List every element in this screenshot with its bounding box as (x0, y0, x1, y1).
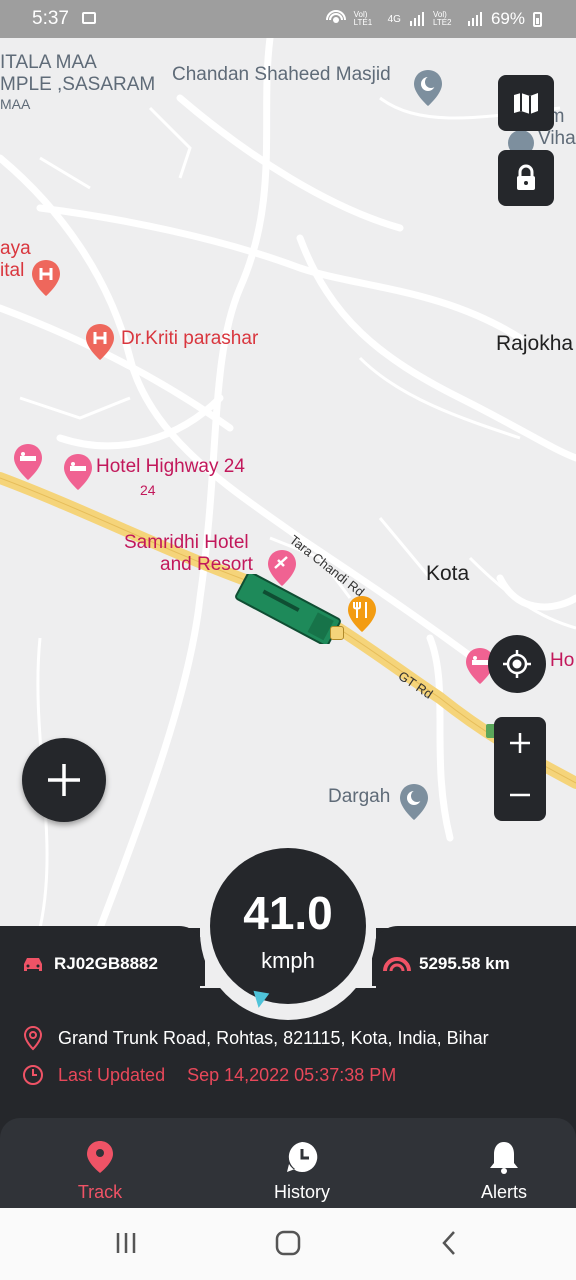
map-label-doctor: Dr.Kriti parashar (121, 328, 259, 349)
car-icon (24, 958, 42, 971)
last-updated: Last Updated Sep 14,2022 05:37:38 PM (22, 1064, 396, 1086)
hotel-pin-icon[interactable] (62, 452, 94, 492)
zoom-in-button[interactable] (494, 717, 546, 769)
restaurant-pin-icon[interactable] (346, 594, 378, 634)
map-label-line: Samridhi Hotel (124, 532, 249, 553)
minus-icon (510, 793, 530, 797)
vehicle-plate: RJ02GB8882 (22, 954, 158, 974)
mosque-pin-icon[interactable] (398, 782, 430, 822)
gallery-notification-icon (82, 12, 96, 24)
map-label-line: and Resort (160, 554, 253, 575)
signal-icon (409, 12, 424, 26)
tab-alerts-label: Alerts (480, 1182, 527, 1202)
battery-icon (533, 11, 542, 27)
map-label-line: MPLE ,SASARAM (0, 74, 156, 95)
map-label-ho: Ho (550, 650, 575, 671)
map-icon (514, 93, 538, 114)
map-label-hotel-highway-sub: 24 (140, 482, 156, 498)
signal-icon (467, 12, 482, 26)
hospital-pin-icon[interactable] (84, 322, 116, 362)
tab-history[interactable]: History (242, 1138, 362, 1203)
recent-apps-icon[interactable] (114, 1230, 138, 1256)
sim2-label: Vol) LTE2 (432, 10, 452, 27)
mosque-pin-icon[interactable] (412, 68, 444, 108)
map-label-temple: ITALA MAA MPLE ,SASARAM MAA (0, 52, 155, 112)
map-label-kota: Kota (426, 562, 470, 585)
battery-percent: 69% (490, 9, 525, 28)
plus-icon (510, 733, 530, 753)
status-right: Vol) LTE1 4G Vol) LTE2 69% (325, 9, 542, 29)
map-label-samridhi: Samridhi Hotel and Resort (124, 532, 253, 576)
speedometer: 41.0 kmph (210, 848, 366, 1004)
map-label-hospital: aya ital (0, 238, 31, 282)
sim1-label: Vol) LTE1 (353, 10, 373, 27)
lock-button[interactable] (498, 150, 554, 206)
system-nav-bar (0, 1208, 576, 1280)
map-type-button[interactable] (498, 75, 554, 131)
back-icon[interactable] (440, 1230, 458, 1256)
last-updated-label: Last Updated (58, 1064, 166, 1085)
map-label-hotel-highway: Hotel Highway 24 (96, 456, 245, 477)
location-pin-icon (87, 1141, 113, 1173)
odometer-value: 5295.58 km (419, 954, 510, 973)
bell-icon (490, 1142, 518, 1174)
location-pin-icon (23, 1025, 43, 1051)
map-label-line: aya (0, 238, 31, 259)
speedometer-icon (383, 957, 411, 972)
zoom-control (494, 717, 546, 821)
crosshair-icon (503, 650, 531, 678)
clock-icon (23, 1065, 43, 1085)
map-label-line: ital (0, 260, 25, 281)
recenter-button[interactable] (488, 635, 546, 693)
odometer: 5295.58 km (383, 954, 510, 974)
tab-history-label: History (273, 1182, 330, 1202)
plate-number: RJ02GB8882 (54, 954, 158, 973)
address-text: Grand Trunk Road, Rohtas, 821115, Kota, … (58, 1027, 489, 1048)
network-type: 4G (387, 13, 401, 25)
home-icon[interactable] (275, 1230, 301, 1256)
road-shield-icon (330, 626, 344, 640)
vehicle-address: Grand Trunk Road, Rohtas, 821115, Kota, … (22, 1025, 489, 1051)
map-label-line: MAA (0, 96, 31, 112)
zoom-out-button[interactable] (494, 769, 546, 821)
tab-track[interactable]: Track (40, 1138, 160, 1203)
last-updated-value: Sep 14,2022 05:37:38 PM (187, 1064, 397, 1085)
speed-needle-icon (250, 990, 270, 1010)
hotspot-icon (325, 10, 346, 23)
speed-value: 41.0 (243, 887, 333, 939)
map-label-dargah: Dargah (328, 786, 391, 807)
map-label-rajokhar: Rajokha (496, 332, 574, 355)
clock-icon (287, 1141, 318, 1172)
tab-track-label: Track (77, 1182, 123, 1202)
status-bar: 5:37 Vol) LTE1 4G Vol) LTE2 69% (0, 0, 576, 38)
map-label-masjid: Chandan Shaheed Masjid (172, 64, 391, 85)
map-label-line: ITALA MAA (0, 52, 97, 73)
plus-icon (48, 764, 80, 796)
hotel-pin-icon[interactable] (12, 442, 44, 482)
map-label-line: Viha (538, 128, 576, 149)
add-button[interactable] (22, 738, 106, 822)
tab-alerts[interactable]: Alerts (444, 1138, 564, 1203)
lock-icon (517, 164, 535, 190)
status-time: 5:37 (32, 8, 69, 29)
speed-unit: kmph (261, 948, 315, 973)
hospital-pin-icon[interactable] (30, 258, 62, 298)
